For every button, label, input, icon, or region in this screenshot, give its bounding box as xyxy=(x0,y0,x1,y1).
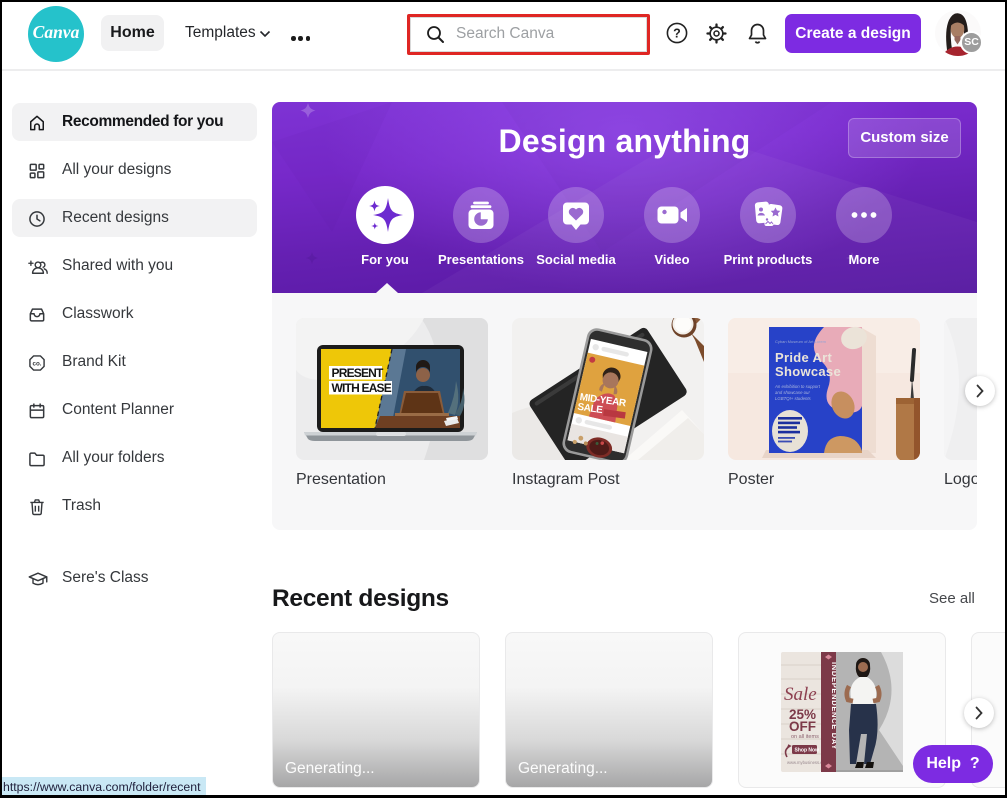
svg-text:PRESENT: PRESENT xyxy=(332,366,385,380)
svg-text:co.: co. xyxy=(32,361,41,368)
svg-text:WITH EASE: WITH EASE xyxy=(332,381,392,395)
svg-text:LGBTQI+ students: LGBTQI+ students xyxy=(775,396,812,401)
svg-text:An exhibition to support: An exhibition to support xyxy=(774,384,821,389)
svg-text:Pride Art: Pride Art xyxy=(775,350,832,365)
svg-text:Showcase: Showcase xyxy=(775,364,841,379)
svg-text:and showcase our: and showcase our xyxy=(775,390,810,395)
svg-text:Cyban Museum of Art Lorem: Cyban Museum of Art Lorem xyxy=(775,339,827,344)
svg-text:on all items: on all items xyxy=(791,734,819,740)
svg-text:?: ? xyxy=(673,26,681,40)
svg-text:OFF: OFF xyxy=(789,719,816,734)
svg-text:Sale: Sale xyxy=(784,684,817,705)
svg-text:Shop Now: Shop Now xyxy=(795,748,820,754)
